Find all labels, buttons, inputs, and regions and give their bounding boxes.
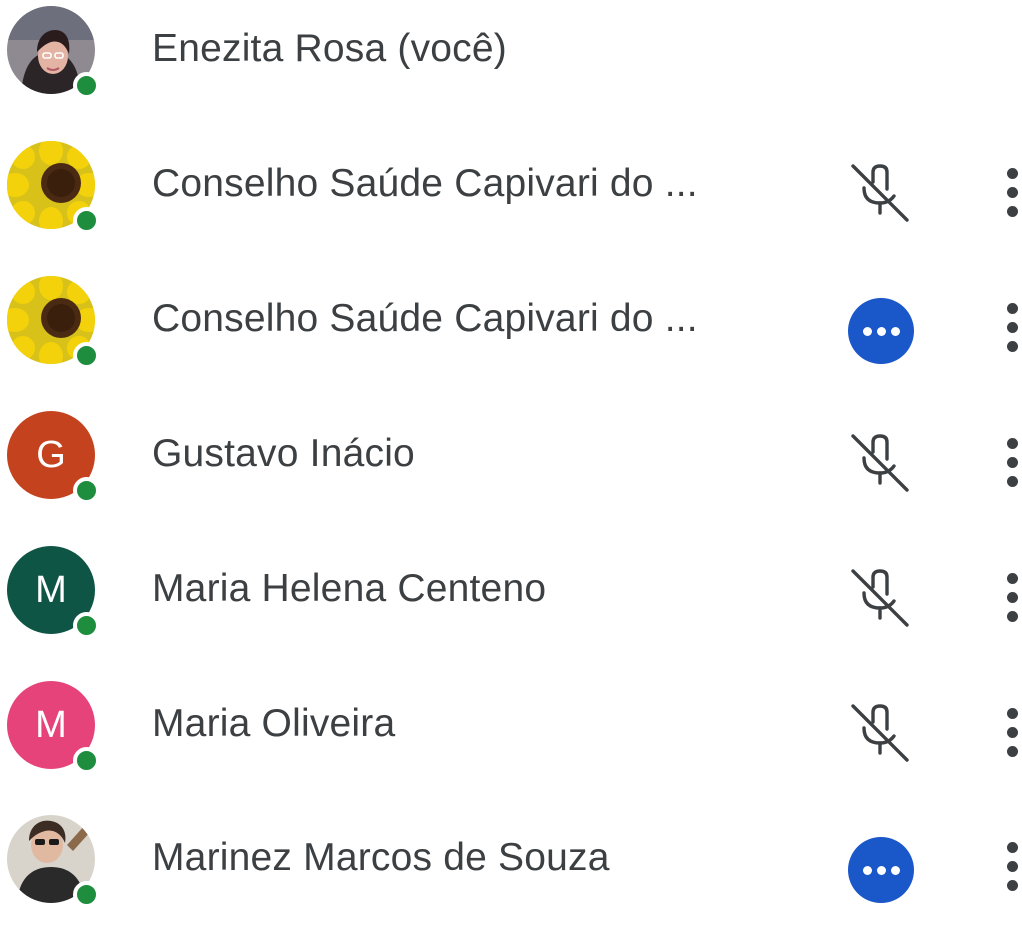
online-dot-icon xyxy=(73,477,100,504)
participant-row[interactable]: G Gustavo Inácio xyxy=(0,408,1022,542)
participant-row[interactable]: M Maria Helena Centeno xyxy=(0,543,1022,677)
more-vert-icon[interactable] xyxy=(1003,438,1022,488)
participant-row[interactable]: Enezita Rosa (você) xyxy=(0,3,1022,137)
participant-name: Marinez Marcos de Souza xyxy=(152,836,610,879)
avatar: M xyxy=(7,681,100,774)
more-horiz-icon xyxy=(848,298,914,364)
more-vert-icon[interactable] xyxy=(1003,842,1022,892)
avatar xyxy=(7,141,100,234)
mic-off-icon xyxy=(845,563,915,633)
participant-row[interactable]: Conselho Saúde Capivari do ... xyxy=(0,273,1022,407)
avatar: G xyxy=(7,411,100,504)
more-vert-icon[interactable] xyxy=(1003,168,1022,218)
avatar xyxy=(7,815,100,908)
participant-row[interactable]: Conselho Saúde Capivari do ... xyxy=(0,138,1022,272)
more-vert-icon[interactable] xyxy=(1003,708,1022,758)
participant-name: Gustavo Inácio xyxy=(152,432,415,475)
participant-row[interactable]: Marinez Marcos de Souza xyxy=(0,812,1022,946)
participant-name: Conselho Saúde Capivari do ... xyxy=(152,162,698,205)
mic-off-icon xyxy=(845,698,915,768)
mic-off-icon xyxy=(845,428,915,498)
online-dot-icon xyxy=(73,881,100,908)
avatar xyxy=(7,6,100,99)
more-vert-icon[interactable] xyxy=(1003,573,1022,623)
avatar xyxy=(7,276,100,369)
more-vert-icon[interactable] xyxy=(1003,303,1022,353)
participant-name: Maria Helena Centeno xyxy=(152,567,547,610)
online-dot-icon xyxy=(73,207,100,234)
mic-off-icon xyxy=(845,158,915,228)
online-dot-icon xyxy=(73,747,100,774)
participant-name: Maria Oliveira xyxy=(152,702,396,745)
participants-list: Enezita Rosa (você) Conselho Saúde Capiv… xyxy=(0,0,1022,908)
more-horiz-icon xyxy=(848,837,914,903)
online-dot-icon xyxy=(73,342,100,369)
online-dot-icon xyxy=(73,612,100,639)
participant-name: Enezita Rosa (você) xyxy=(152,27,507,70)
online-dot-icon xyxy=(73,72,100,99)
participant-row[interactable]: M Maria Oliveira xyxy=(0,678,1022,812)
avatar: M xyxy=(7,546,100,639)
participant-name: Conselho Saúde Capivari do ... xyxy=(152,297,698,340)
